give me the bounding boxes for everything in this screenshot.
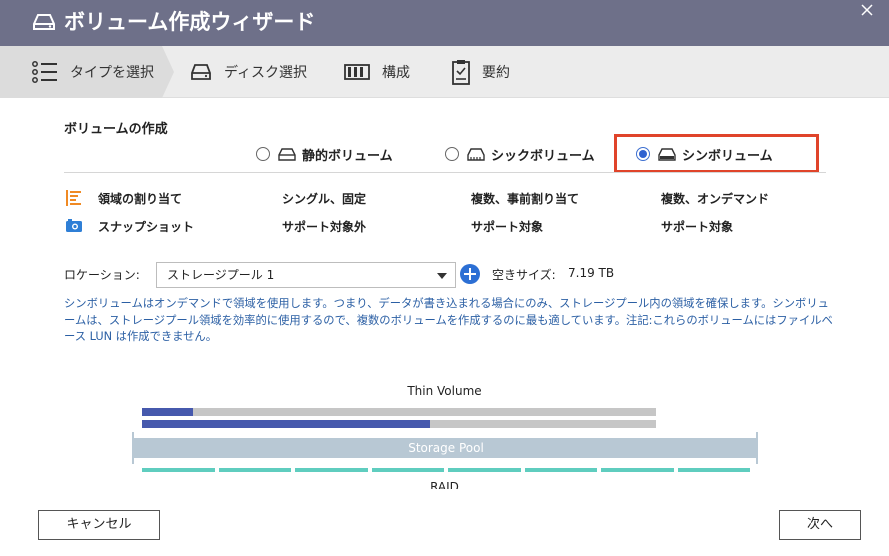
close-icon[interactable] [859,2,875,18]
section-title: ボリュームの作成 [64,122,168,137]
step-label: 要約 [482,65,510,81]
feature-label: スナップショット [98,220,195,234]
disk-icon [278,147,296,161]
radio-thick-volume[interactable]: シックボリューム [445,142,595,166]
diagram-title: Thin Volume [407,384,482,398]
raid-label: RAID [430,480,459,489]
feature-static-value: シングル、固定 [282,192,367,206]
radio-button-checked[interactable] [636,147,650,161]
feature-thick-value: 複数、事前割り当て [471,192,580,206]
raid-segment [218,468,291,472]
thin-disk-icon [658,147,676,161]
disk-icon [33,14,55,30]
radio-button[interactable] [445,147,459,161]
location-label: ロケーション: [64,268,140,282]
raid-segment [601,468,674,472]
step-select-type[interactable]: タイプを選択 [32,46,154,98]
summary-icon [452,60,470,85]
feature-label: 領域の割り当て [98,192,183,206]
title-bar: ボリューム作成ウィザード [0,0,889,46]
raid-segment [142,468,215,472]
step-config[interactable]: 構成 [344,46,410,98]
cancel-button[interactable]: キャンセル [38,510,160,540]
feature-thick-value: サポート対象 [471,220,544,234]
raid-segment [524,468,597,472]
raid-segment [295,468,368,472]
step-select-disk[interactable]: ディスク選択 [190,46,307,98]
radio-static-volume[interactable]: 静的ボリューム [256,142,393,166]
feature-row-snapshot: スナップショット サポート対象外 サポート対象 サポート対象 [0,216,889,236]
step-label: タイプを選択 [70,65,154,81]
free-size-label: 空きサイズ: [492,268,556,282]
feature-thin-value: サポート対象 [661,220,734,234]
step-label: ディスク選択 [224,65,308,81]
raid-segment [448,468,521,472]
radio-thin-volume[interactable]: シンボリューム [636,142,773,166]
thin-volume-bar-2 [142,420,656,428]
radio-button[interactable] [256,147,270,161]
thin-volume-bar-1 [142,408,656,416]
location-value: ストレージプール 1 [167,268,275,282]
thin-volume-bar-1-fill [142,408,194,416]
next-button[interactable]: 次へ [779,510,861,540]
wizard-steps: タイプを選択 ディスク選択 構成 要約 [0,46,889,98]
storage-pool-bar: Storage Pool [134,438,758,458]
raid-segment [371,468,444,472]
raid-segment [677,468,750,472]
free-size-value: 7.19 TB [568,266,615,280]
config-icon [344,64,370,80]
location-select[interactable]: ストレージプール 1 [156,262,456,288]
feature-row-allocation: 領域の割り当て シングル、固定 複数、事前割り当て 複数、オンデマンド [0,188,889,208]
feature-thin-value: 複数、オンデマンド [661,192,770,206]
thin-volume-bar-2-fill [142,420,430,428]
disk-icon [191,64,211,80]
allocation-icon [66,190,81,206]
camera-icon [66,219,82,232]
radio-label: シックボリューム [491,148,595,164]
description-text: シンボリュームはオンデマンドで領域を使用します。つまり、データが書き込まれる場合… [64,297,833,343]
add-pool-icon[interactable] [460,264,480,284]
step-label: 構成 [382,65,410,81]
list-icon [32,61,57,83]
radio-label: 静的ボリューム [302,148,393,164]
thick-disk-icon [467,147,485,161]
radio-label: シンボリューム [682,148,773,164]
window-title: ボリューム作成ウィザード [64,10,316,34]
feature-static-value: サポート対象外 [282,220,367,234]
chevron-down-icon [437,273,447,279]
step-summary[interactable]: 要約 [452,46,510,98]
divider [64,172,826,173]
